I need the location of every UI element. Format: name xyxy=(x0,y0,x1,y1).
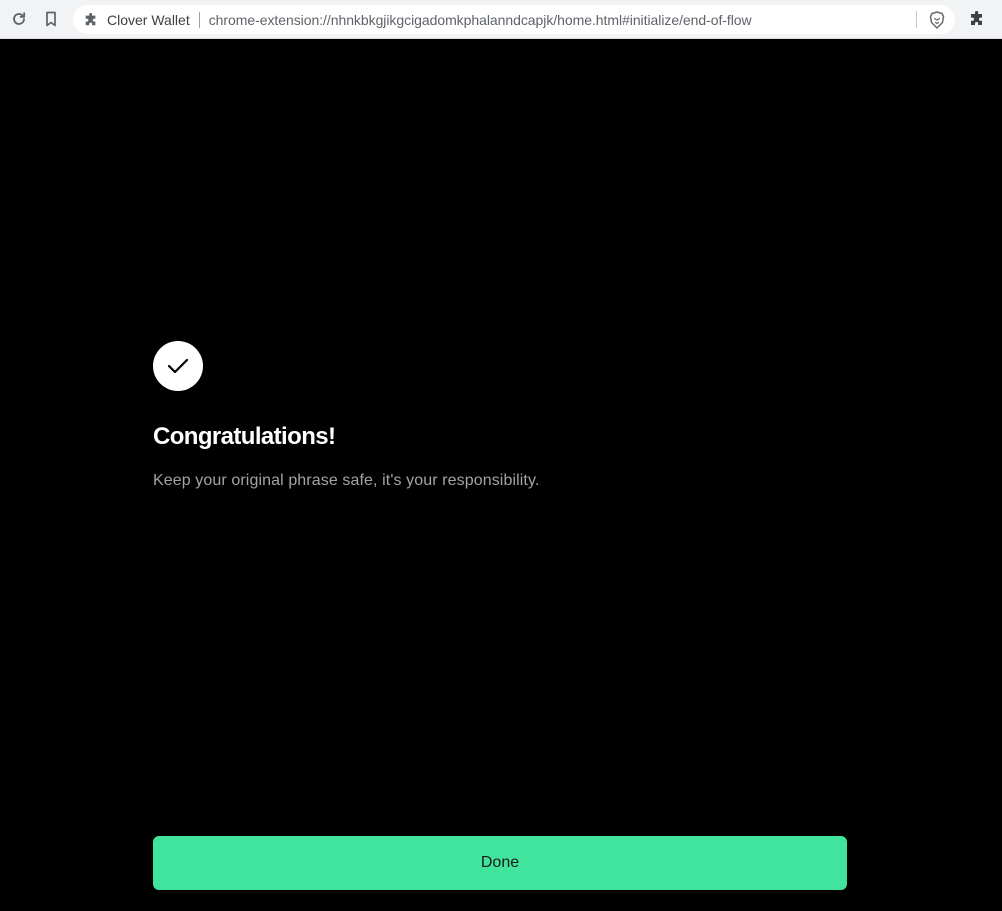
checkmark-icon xyxy=(153,341,203,391)
page-title: Congratulations! xyxy=(153,423,336,450)
omnibox-divider xyxy=(198,11,200,28)
done-button[interactable]: Done xyxy=(153,836,847,890)
brave-shield-icon[interactable] xyxy=(927,9,947,30)
extensions-menu-icon[interactable] xyxy=(965,7,989,31)
page-subtitle: Keep your original phrase safe, it's you… xyxy=(153,472,540,489)
omnibox-divider-right xyxy=(916,11,917,28)
page-content: Congratulations! Keep your original phra… xyxy=(0,40,1002,911)
url-text[interactable]: chrome-extension://nhnkbkgjikgcigadomkph… xyxy=(209,12,752,28)
extension-name: Clover Wallet xyxy=(107,11,190,28)
extension-badge[interactable]: Clover Wallet xyxy=(73,5,190,34)
puzzle-icon xyxy=(85,12,96,25)
browser-toolbar: Clover Wallet chrome-extension://nhnkbkg… xyxy=(0,0,1002,39)
address-bar[interactable]: Clover Wallet chrome-extension://nhnkbkg… xyxy=(73,5,955,34)
bookmark-icon[interactable] xyxy=(39,7,63,31)
reload-icon[interactable] xyxy=(7,7,31,31)
